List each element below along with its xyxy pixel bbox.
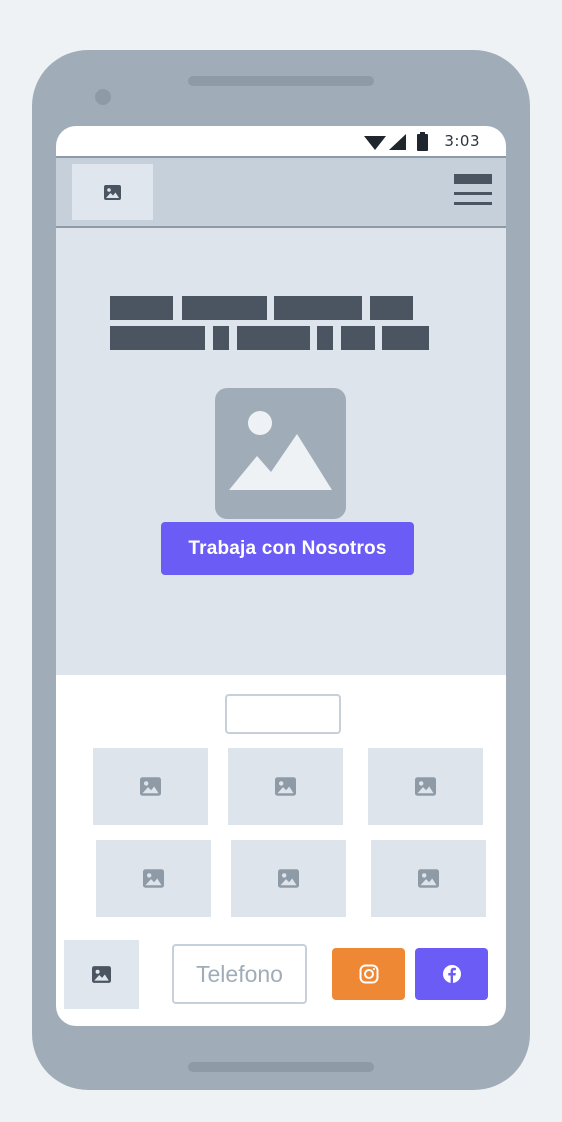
gallery-tile[interactable] bbox=[368, 748, 483, 825]
status-bar: 3:03 bbox=[56, 126, 506, 156]
image-placeholder-icon bbox=[278, 869, 299, 888]
image-placeholder-icon bbox=[229, 411, 332, 490]
hero-image bbox=[215, 388, 346, 519]
gallery-tile[interactable] bbox=[93, 748, 208, 825]
image-placeholder-icon bbox=[104, 184, 121, 200]
phone-screen: 3:03 Trabaja con Nosotros Telefono bbox=[56, 126, 506, 1026]
image-placeholder-icon bbox=[143, 869, 164, 888]
image-placeholder-icon bbox=[275, 777, 296, 796]
gallery-tile[interactable] bbox=[96, 840, 211, 917]
gallery-tile[interactable] bbox=[228, 748, 343, 825]
facebook-button[interactable] bbox=[415, 948, 488, 1000]
image-placeholder-icon bbox=[415, 777, 436, 796]
phone-button[interactable]: Telefono bbox=[172, 944, 307, 1004]
image-placeholder-icon bbox=[92, 966, 111, 983]
footer-logo[interactable] bbox=[64, 940, 139, 1009]
phone-camera bbox=[95, 89, 111, 105]
phone-speaker bbox=[188, 76, 374, 86]
work-with-us-button[interactable]: Trabaja con Nosotros bbox=[161, 522, 414, 575]
header-logo[interactable] bbox=[72, 164, 153, 220]
hero-section: Trabaja con Nosotros bbox=[56, 228, 506, 675]
status-time: 3:03 bbox=[444, 132, 480, 150]
signal-icon bbox=[389, 134, 406, 150]
instagram-icon bbox=[359, 964, 378, 984]
gallery-tile[interactable] bbox=[231, 840, 346, 917]
gallery-title-placeholder bbox=[225, 694, 341, 734]
wifi-icon bbox=[364, 136, 386, 150]
battery-icon bbox=[417, 132, 428, 151]
image-placeholder-icon bbox=[418, 869, 439, 888]
site-header bbox=[56, 156, 506, 228]
hamburger-menu-icon[interactable] bbox=[454, 174, 492, 210]
image-placeholder-icon bbox=[140, 777, 161, 796]
facebook-icon bbox=[442, 965, 461, 983]
gallery-tile[interactable] bbox=[371, 840, 486, 917]
instagram-button[interactable] bbox=[332, 948, 405, 1000]
phone-bottom-bar bbox=[188, 1062, 374, 1072]
